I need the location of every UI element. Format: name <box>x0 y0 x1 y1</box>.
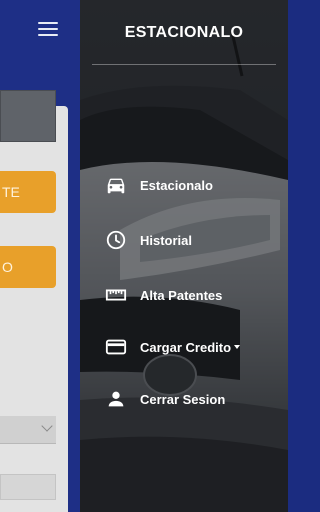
form-card <box>0 106 68 512</box>
secondary-action-button[interactable]: O <box>0 246 56 288</box>
ruler-icon <box>104 283 128 307</box>
menu-item-label: Cerrar Sesion <box>140 391 226 407</box>
clock-icon <box>104 228 128 252</box>
zone-select[interactable] <box>0 416 56 444</box>
menu-item-label: Alta Patentes <box>140 287 223 303</box>
menu-item-label: Estacionalo <box>140 177 213 193</box>
primary-action-button[interactable]: TE <box>0 171 56 213</box>
person-icon <box>104 387 128 411</box>
menu-item-historial[interactable]: Historial <box>104 227 192 253</box>
menu-item-alta-patentes[interactable]: Alta Patentes <box>104 282 222 308</box>
plate-input-field[interactable] <box>0 90 56 142</box>
drawer-divider <box>92 64 276 65</box>
app-screen: TE O ESTACIONALO Estacionalo Historial A… <box>0 0 288 512</box>
hamburger-menu-icon[interactable] <box>38 22 58 38</box>
car-icon <box>104 173 128 197</box>
dropdown-caret-icon <box>234 345 241 350</box>
drawer-title: ESTACIONALO <box>124 24 244 41</box>
menu-item-cerrar-sesion[interactable]: Cerrar Sesion <box>104 386 225 412</box>
menu-item-label: Historial <box>140 232 193 248</box>
menu-item-estacionalo[interactable]: Estacionalo <box>104 172 213 198</box>
bottom-input-field[interactable] <box>0 474 56 500</box>
drawer-overlay <box>80 0 288 512</box>
credit-card-icon <box>104 335 128 359</box>
menu-item-cargar-credito[interactable]: Cargar Credito <box>104 334 241 360</box>
background-page: TE O <box>0 0 80 512</box>
navigation-drawer: ESTACIONALO Estacionalo Historial Alta P… <box>80 0 288 512</box>
chevron-down-icon <box>41 420 53 432</box>
menu-item-label: Cargar Credito <box>140 340 241 355</box>
